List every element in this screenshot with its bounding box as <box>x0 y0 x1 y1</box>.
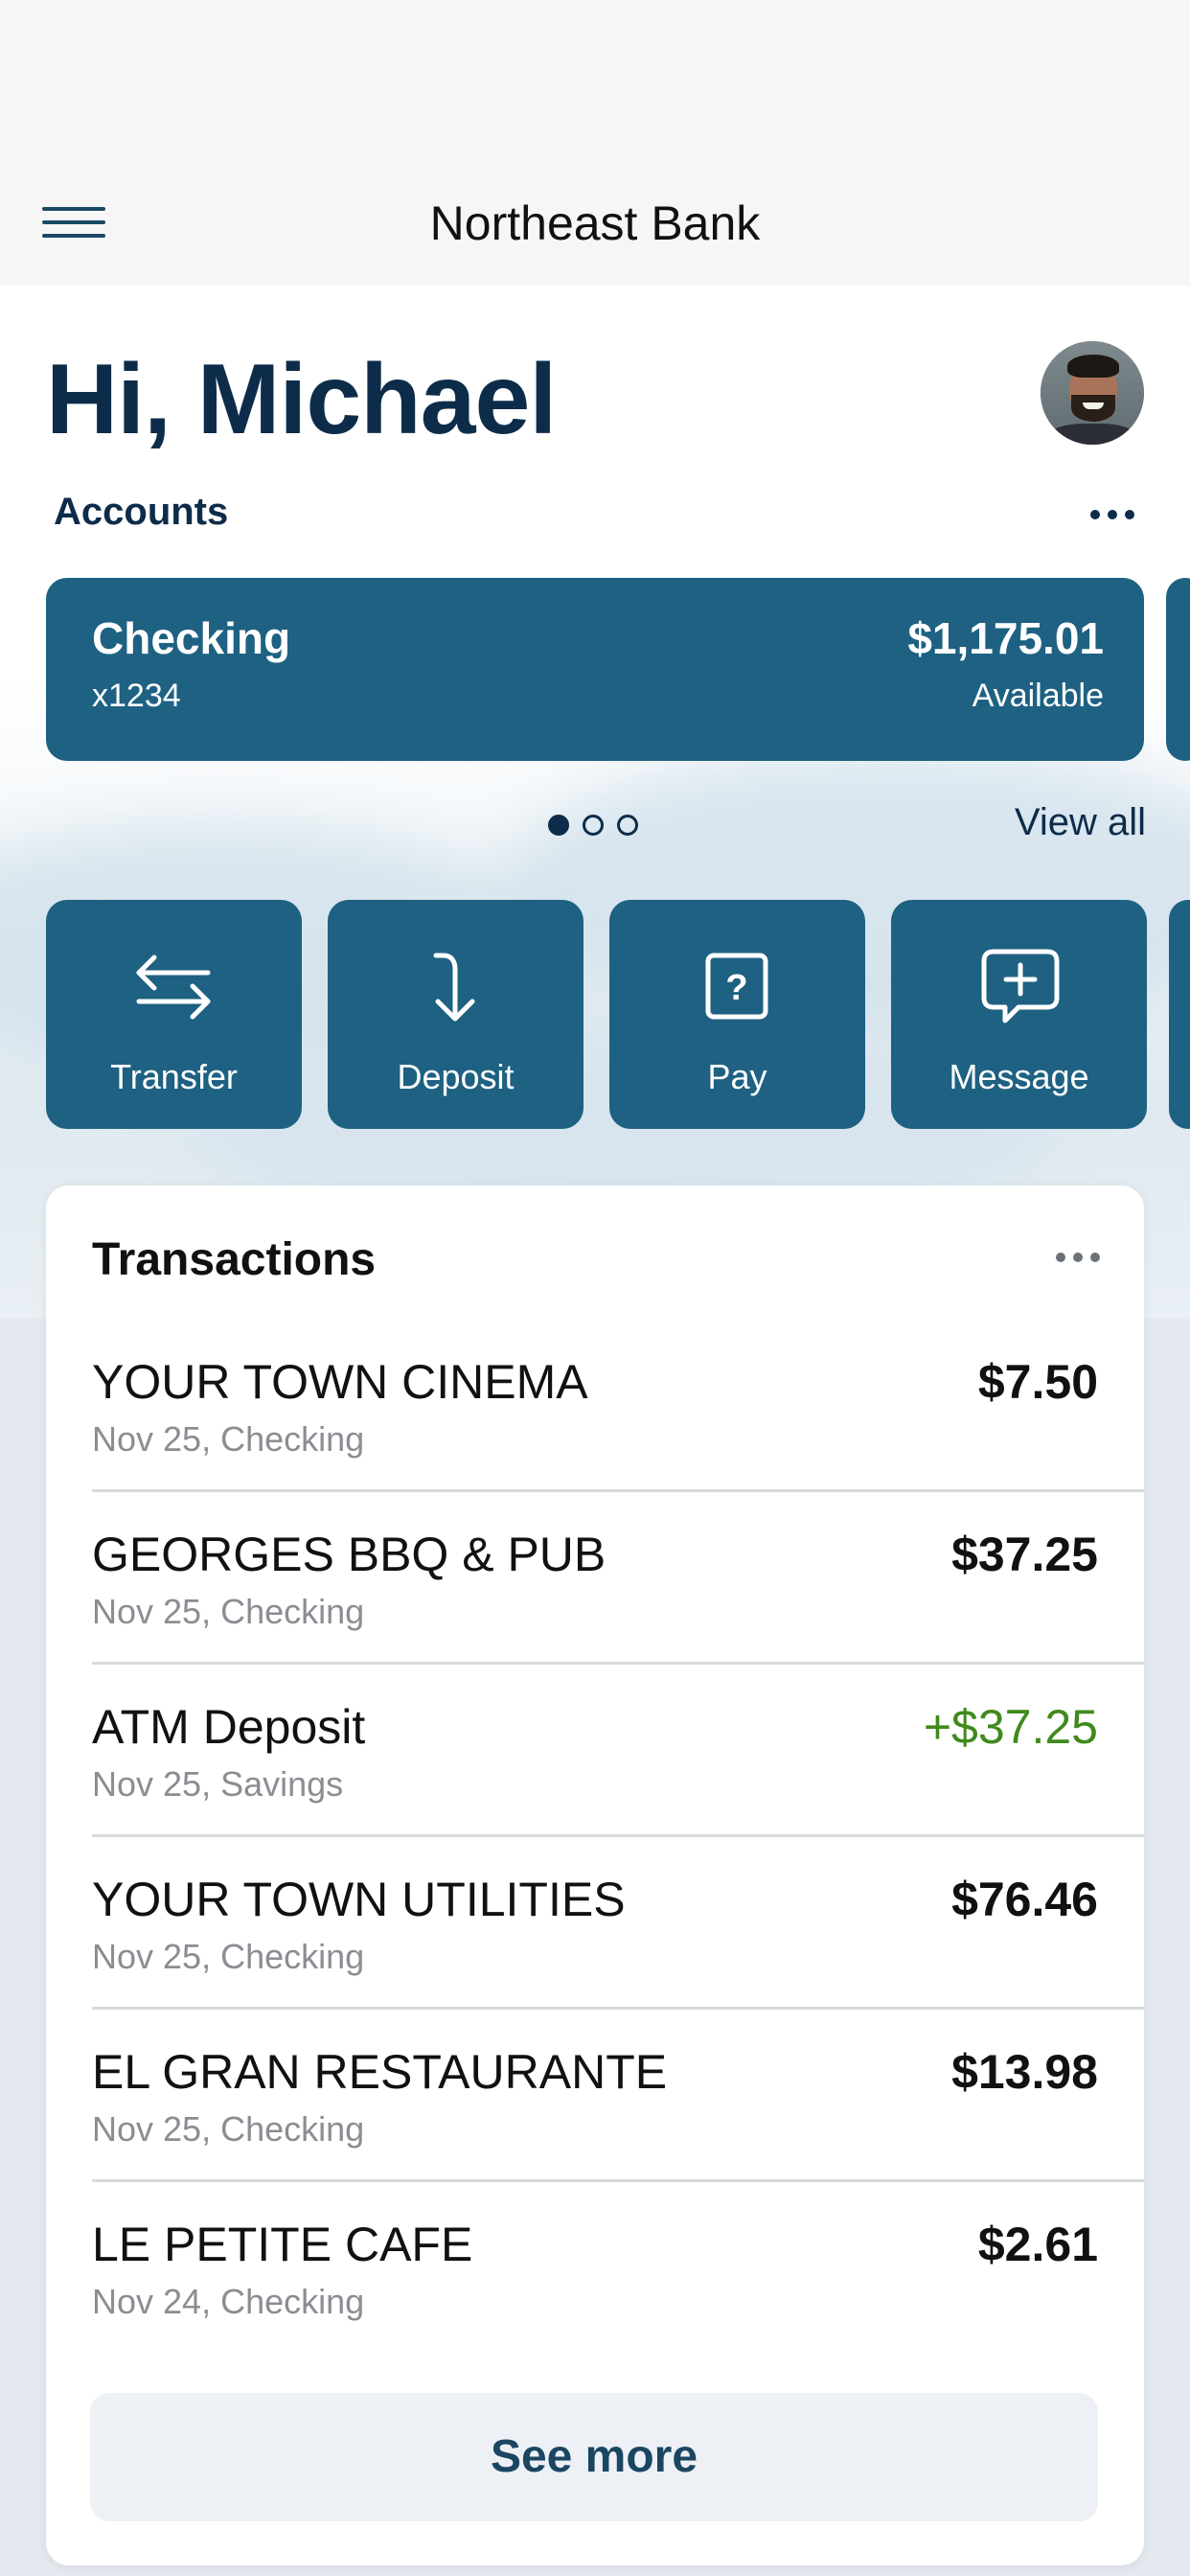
transaction-merchant: EL GRAN RESTAURANTE <box>92 2045 668 2099</box>
transaction-amount: $13.98 <box>951 2045 1098 2099</box>
transaction-row[interactable]: LE PETITE CAFE Nov 24, Checking $2.61 <box>92 2182 1144 2355</box>
transaction-row[interactable]: GEORGES BBQ & PUB Nov 25, Checking $37.2… <box>92 1492 1144 1665</box>
transactions-card: Transactions YOUR TOWN CINEMA Nov 25, Ch… <box>46 1185 1144 2565</box>
transactions-title: Transactions <box>92 1234 377 1285</box>
transaction-merchant: LE PETITE CAFE <box>92 2218 473 2271</box>
pay-label: Pay <box>707 1057 767 1096</box>
view-all-accounts-link[interactable]: View all <box>1015 801 1146 844</box>
pager-dot-active[interactable] <box>548 815 569 836</box>
transaction-row[interactable]: YOUR TOWN CINEMA Nov 25, Checking $7.50 <box>92 1320 1144 1492</box>
transaction-meta: Nov 25, Checking <box>92 2109 365 2149</box>
transaction-merchant: GEORGES BBQ & PUB <box>92 1528 606 1581</box>
transaction-amount: $76.46 <box>951 1873 1098 1926</box>
transaction-merchant: ATM Deposit <box>92 1700 366 1754</box>
transaction-meta: Nov 25, Checking <box>92 1592 365 1631</box>
pager-dot[interactable] <box>583 815 604 836</box>
account-carousel-pager[interactable] <box>548 813 640 836</box>
accounts-section-label: Accounts <box>54 491 229 533</box>
pager-dot[interactable] <box>617 815 638 836</box>
transaction-amount-credit: +$37.25 <box>923 1700 1098 1754</box>
transaction-meta: Nov 25, Checking <box>92 1419 365 1459</box>
account-balance-label: Available <box>972 678 1104 714</box>
transaction-row[interactable]: ATM Deposit Nov 25, Savings +$37.25 <box>92 1665 1144 1837</box>
top-navigation-bar: Northeast Bank <box>0 0 1190 286</box>
transaction-merchant: YOUR TOWN UTILITIES <box>92 1873 626 1926</box>
transaction-amount: $37.25 <box>951 1528 1098 1581</box>
transfer-button[interactable]: Transfer <box>46 900 302 1129</box>
transaction-merchant: YOUR TOWN CINEMA <box>92 1355 588 1409</box>
transaction-meta: Nov 24, Checking <box>92 2282 365 2321</box>
account-balance: $1,175.01 <box>907 613 1104 663</box>
next-account-card[interactable] <box>1166 578 1190 761</box>
app-title: Northeast Bank <box>429 196 761 250</box>
transaction-row[interactable]: EL GRAN RESTAURANTE Nov 25, Checking $13… <box>92 2010 1144 2182</box>
transaction-amount: $7.50 <box>977 1355 1098 1409</box>
message-plus-icon <box>981 949 1060 1024</box>
transfer-arrows-icon <box>136 954 211 1020</box>
accounts-more-options-icon[interactable] <box>1088 504 1140 523</box>
deposit-label: Deposit <box>397 1057 515 1096</box>
greeting-heading: Hi, Michael <box>46 344 557 455</box>
account-number: x1234 <box>92 678 181 714</box>
message-button[interactable]: Message <box>891 900 1147 1129</box>
next-action-button[interactable] <box>1169 900 1190 1129</box>
transaction-row[interactable]: YOUR TOWN UTILITIES Nov 25, Checking $76… <box>92 1837 1144 2010</box>
see-more-button[interactable]: See more <box>90 2393 1098 2521</box>
account-name: Checking <box>92 613 291 663</box>
transaction-meta: Nov 25, Checking <box>92 1937 365 1976</box>
message-label: Message <box>949 1057 1089 1096</box>
deposit-arrow-icon <box>433 953 475 1022</box>
account-card-checking[interactable]: Checking x1234 $1,175.01 Available <box>46 578 1144 761</box>
transaction-meta: Nov 25, Savings <box>92 1764 344 1804</box>
profile-avatar[interactable] <box>1041 341 1144 445</box>
deposit-button[interactable]: Deposit <box>328 900 584 1129</box>
svg-text:?: ? <box>725 968 747 1008</box>
pay-question-icon: ? <box>705 953 768 1020</box>
transactions-more-options-icon[interactable] <box>1054 1249 1106 1268</box>
transfer-label: Transfer <box>110 1057 238 1096</box>
pay-button[interactable]: ? Pay <box>609 900 865 1129</box>
transaction-amount: $2.61 <box>977 2218 1098 2271</box>
